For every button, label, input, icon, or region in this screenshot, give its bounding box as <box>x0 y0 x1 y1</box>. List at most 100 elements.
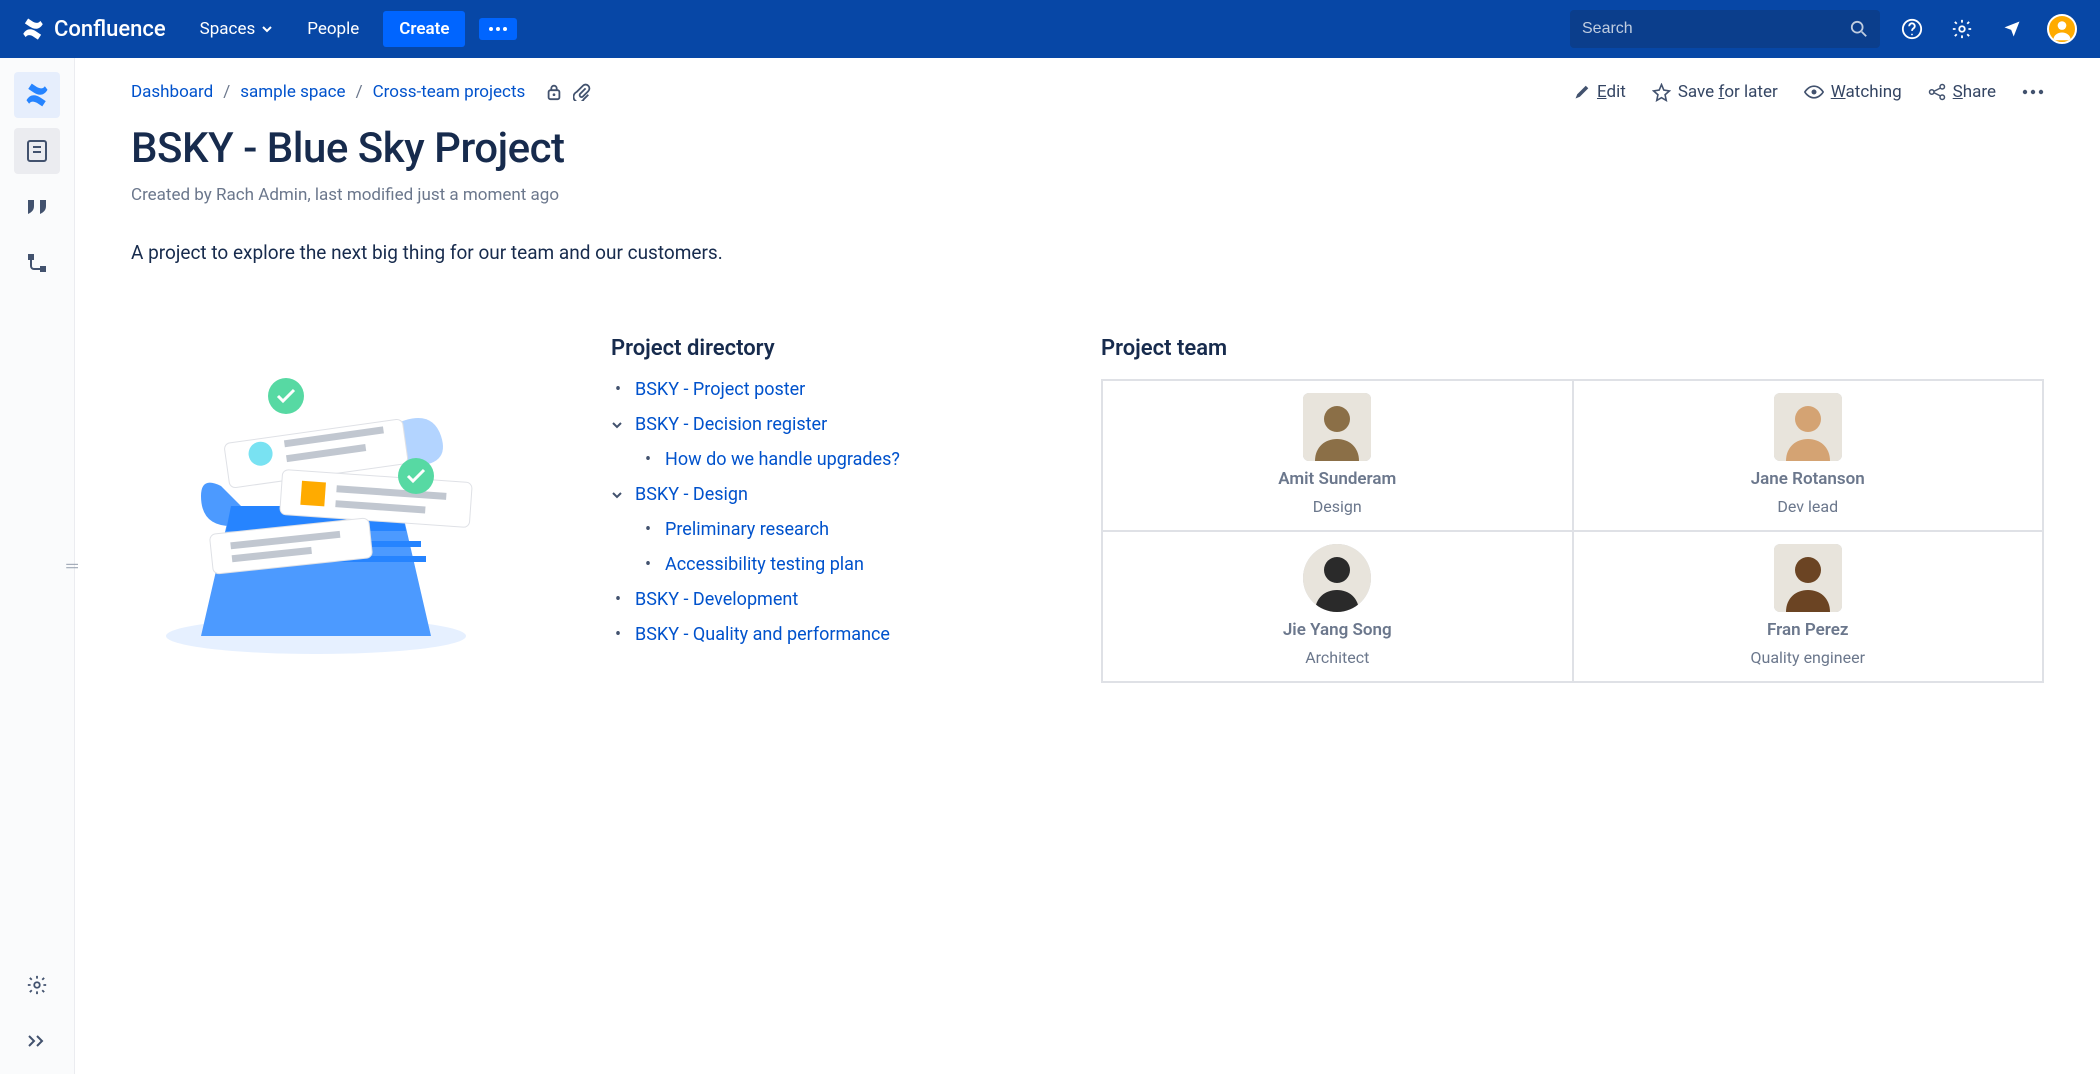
pencil-icon <box>1573 84 1590 101</box>
breadcrumb-item[interactable]: Dashboard <box>131 82 213 102</box>
watching-label: Watching <box>1831 82 1902 102</box>
tree-item: • BSKY - Project poster <box>611 379 1061 400</box>
breadcrumb: Dashboard / sample space / Cross-team pr… <box>131 82 591 102</box>
page-title: BSKY - Blue Sky Project <box>131 124 2044 173</box>
resize-handle[interactable]: || <box>64 563 80 570</box>
quote-icon <box>25 198 49 216</box>
nav-people[interactable]: People <box>297 13 369 45</box>
product-name: Confluence <box>54 17 166 42</box>
settings-button[interactable] <box>1944 11 1980 47</box>
attachment-icon[interactable] <box>573 83 591 101</box>
team-member[interactable]: Amit Sunderam Design <box>1102 380 1573 531</box>
team-member-name: Jie Yang Song <box>1283 620 1392 640</box>
page-icon <box>26 139 48 163</box>
page-content: Dashboard / sample space / Cross-team pr… <box>75 58 2100 707</box>
tree-item: •BSKY - Development <box>611 589 1061 610</box>
bullet-icon: • <box>641 449 655 470</box>
chevrons-icon <box>27 1034 47 1048</box>
team-member[interactable]: Jane Rotanson Dev lead <box>1573 380 2044 531</box>
team-avatar <box>1774 393 1842 461</box>
team-member-name: Jane Rotanson <box>1751 469 1865 489</box>
ellipsis-icon <box>2022 89 2044 95</box>
gear-icon <box>1951 18 1973 40</box>
team-column: Project team Amit Sunderam Design Jane Rot… <box>1101 336 2044 683</box>
notification-icon <box>2002 19 2022 39</box>
tree-link[interactable]: Accessibility testing plan <box>665 554 864 575</box>
rail-settings[interactable] <box>14 962 60 1008</box>
share-button[interactable]: Share <box>1928 82 1996 102</box>
tree-item: BSKY - Design <box>611 484 1061 505</box>
create-more-button[interactable] <box>479 18 517 40</box>
team-member[interactable]: Jie Yang SongArchitect <box>1102 531 1573 682</box>
team-heading: Project team <box>1101 336 2044 361</box>
hierarchy-icon <box>26 252 48 274</box>
directory-column: Project directory • BSKY - Project poster… <box>611 336 1061 683</box>
page-description: A project to explore the next big thing … <box>131 241 2044 264</box>
watching-button[interactable]: Watching <box>1804 82 1902 102</box>
tree-link[interactable]: BSKY - Decision register <box>635 414 827 435</box>
save-label: Save for later <box>1678 82 1778 102</box>
tree-link[interactable]: BSKY - Design <box>635 484 748 505</box>
share-label: Share <box>1953 82 1996 102</box>
more-actions-button[interactable] <box>2022 89 2044 95</box>
help-icon <box>1901 18 1923 40</box>
folder-illustration <box>131 336 501 656</box>
rail-pages[interactable] <box>14 128 60 174</box>
team-member[interactable]: Fran PerezQuality engineer <box>1573 531 2044 682</box>
help-button[interactable] <box>1894 11 1930 47</box>
restrictions-icon[interactable] <box>545 83 563 101</box>
breadcrumb-sep: / <box>356 82 363 102</box>
rail-home[interactable] <box>14 72 60 118</box>
team-member-name: Fran Perez <box>1767 620 1848 640</box>
ellipsis-icon <box>489 26 507 32</box>
tree-link[interactable]: BSKY - Project poster <box>635 379 805 400</box>
breadcrumb-sep: / <box>223 82 230 102</box>
breadcrumb-item[interactable]: Cross-team projects <box>373 82 526 102</box>
chevron-down-icon[interactable] <box>611 489 625 501</box>
search-input[interactable] <box>1582 20 1842 38</box>
confluence-icon <box>23 81 51 109</box>
edit-button[interactable]: Edit <box>1573 82 1626 102</box>
team-grid: Amit Sunderam Design Jane Rotanson Dev lead… <box>1101 379 2044 683</box>
confluence-icon <box>20 16 46 42</box>
nav-spaces[interactable]: Spaces <box>190 13 284 45</box>
create-button[interactable]: Create <box>383 11 465 47</box>
tree-link[interactable]: BSKY - Development <box>635 589 798 610</box>
rail-blog[interactable] <box>14 184 60 230</box>
chevron-down-icon[interactable] <box>611 419 625 431</box>
eye-icon <box>1804 85 1824 99</box>
page-meta: Created by Rach Admin, last modified jus… <box>131 185 2044 205</box>
directory-heading: Project directory <box>611 336 1061 361</box>
tree-item: • BSKY - Quality and performance <box>611 624 1061 645</box>
star-icon <box>1652 83 1671 102</box>
left-rail: || <box>0 58 75 1074</box>
rail-collapse[interactable] <box>14 1018 60 1064</box>
tree-item: • How do we handle upgrades? <box>611 449 1061 470</box>
bullet-icon: • <box>611 379 625 400</box>
tree-link[interactable]: BSKY - Quality and performance <box>635 624 890 645</box>
product-logo[interactable]: Confluence <box>20 16 166 42</box>
search-box[interactable] <box>1570 10 1880 48</box>
share-icon <box>1928 83 1946 101</box>
team-avatar <box>1774 544 1842 612</box>
tree-link[interactable]: Preliminary research <box>665 519 829 540</box>
team-member-name: Amit Sunderam <box>1278 469 1396 489</box>
bullet-icon: • <box>641 554 655 575</box>
gear-icon <box>26 974 48 996</box>
tree-link[interactable]: How do we handle upgrades? <box>665 449 900 470</box>
rail-tree[interactable] <box>14 240 60 286</box>
breadcrumb-item[interactable]: sample space <box>240 82 345 102</box>
profile-button[interactable] <box>2044 11 2080 47</box>
top-nav: Confluence Spaces People Create <box>0 0 2100 58</box>
notifications-button[interactable] <box>1994 11 2030 47</box>
team-member-role: Dev lead <box>1777 497 1838 516</box>
nav-people-label: People <box>307 19 359 39</box>
save-later-button[interactable]: Save for later <box>1652 82 1778 102</box>
page-header-row: Dashboard / sample space / Cross-team pr… <box>131 82 2044 102</box>
team-member-role: Design <box>1313 497 1362 516</box>
bullet-icon: • <box>611 624 625 645</box>
illustration-column <box>131 336 571 683</box>
avatar-icon <box>2047 14 2077 44</box>
tree-item: BSKY - Decision register <box>611 414 1061 435</box>
team-avatar <box>1303 544 1371 612</box>
